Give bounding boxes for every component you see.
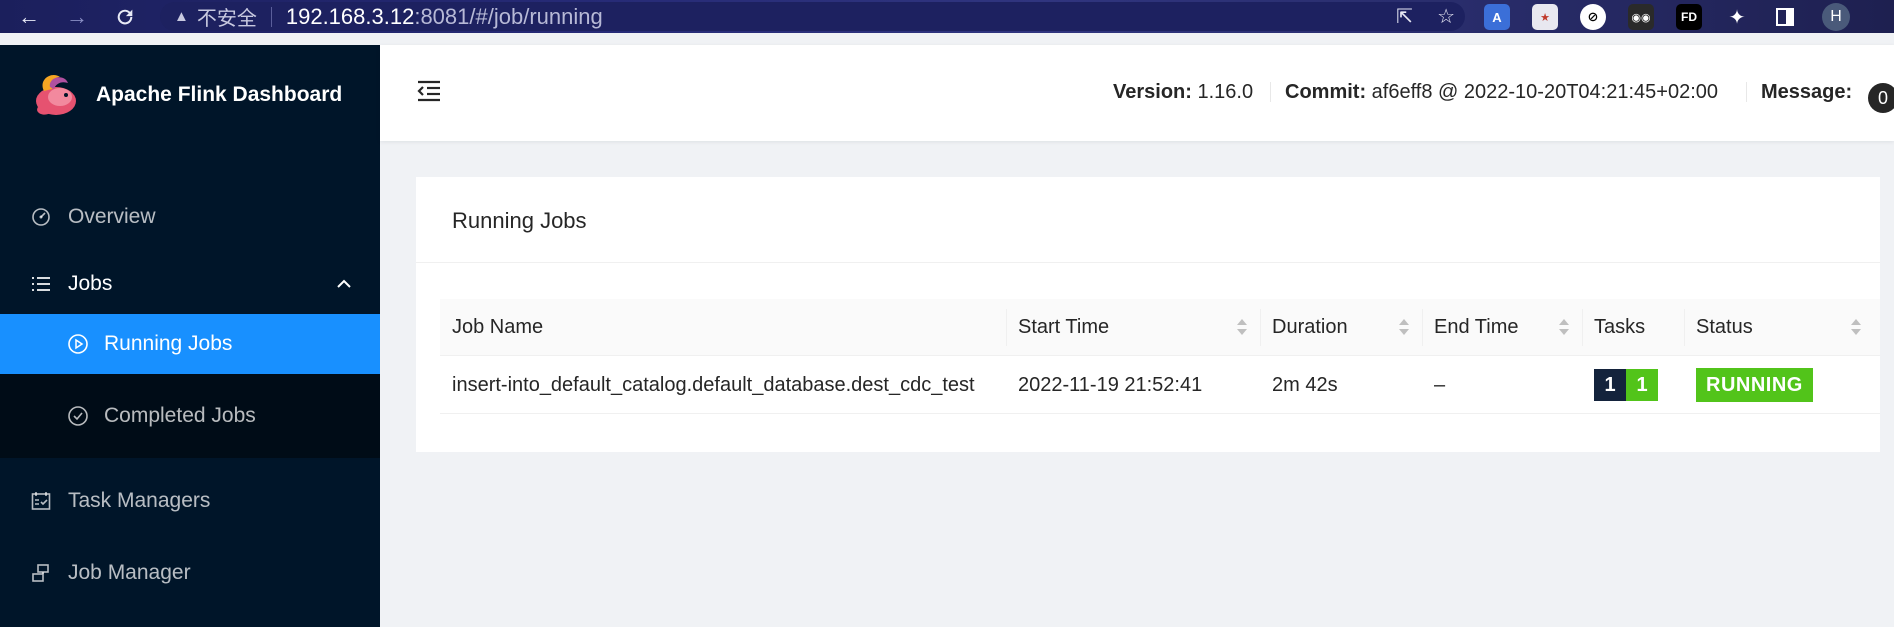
version-label: Version:: [1113, 81, 1192, 103]
divider: [416, 262, 1880, 263]
sidebar-item-label: Jobs: [68, 272, 113, 295]
url-path: :8081/#/job/running: [414, 3, 603, 29]
card-title: Running Jobs: [452, 208, 587, 233]
tasks-cell: 1 1: [1594, 356, 1658, 414]
sidebar-item-label: Completed Jobs: [104, 404, 256, 427]
divider: [1270, 82, 1271, 102]
divider: [1746, 82, 1747, 102]
table-header: Job Name Start Time Duration End Time Ta…: [440, 299, 1880, 356]
divider: [1260, 309, 1261, 346]
version-value: 1.16.0: [1197, 81, 1254, 103]
dashboard-icon: [30, 206, 52, 228]
column-header-end-time[interactable]: End Time: [1434, 299, 1518, 356]
column-header-status[interactable]: Status: [1696, 299, 1753, 356]
version-info: Version: 1.16.0: [1113, 81, 1253, 104]
commit-value: af6eff8 @ 2022-10-20T04:21:45+02:00: [1371, 81, 1718, 103]
column-header-tasks: Tasks: [1594, 316, 1646, 338]
sidebar-item-label: Overview: [68, 205, 156, 228]
menu-fold-icon[interactable]: [416, 79, 442, 103]
bookmark-star-icon[interactable]: ☆: [1437, 4, 1455, 29]
duration-cell: 2m 42s: [1272, 373, 1338, 396]
browser-toolbar: ← → ▲ 不安全 192.168.3.12:8081/#/job/runnin…: [0, 0, 1894, 33]
top-header: Version: 1.16.0 Commit: af6eff8 @ 2022-1…: [380, 45, 1894, 141]
play-circle-icon: [66, 332, 90, 356]
divider: [270, 6, 272, 27]
commit-info: Commit: af6eff8 @ 2022-10-20T04:21:45+02…: [1285, 81, 1718, 104]
cluster-icon: [30, 562, 52, 584]
sidebar-item-label: Job Manager: [68, 561, 191, 584]
status-badge: RUNNING: [1696, 368, 1813, 402]
message-label: Message:: [1761, 81, 1853, 103]
task-count-badge: 1 1: [1594, 369, 1658, 401]
sidebar: Apache Flink Dashboard Overview Jobs Run…: [0, 45, 380, 627]
status-cell: RUNNING: [1696, 356, 1813, 414]
message-info[interactable]: Message:: [1761, 81, 1852, 104]
url-host: 192.168.3.12: [285, 3, 415, 29]
block-extension-icon[interactable]: ⊘: [1580, 4, 1606, 30]
jobs-submenu: Running Jobs Completed Jobs }: [0, 314, 380, 458]
reload-icon[interactable]: [110, 2, 140, 32]
check-circle-icon: [66, 404, 90, 428]
task-total-count: 1: [1594, 369, 1626, 401]
back-icon[interactable]: ←: [14, 2, 44, 32]
address-bar[interactable]: ▲ 不安全 192.168.3.12:8081/#/job/running ⇱ …: [160, 2, 1465, 31]
sidebar-item-running-jobs[interactable]: Running Jobs: [0, 314, 380, 374]
forward-icon[interactable]: →: [62, 2, 92, 32]
translate-extension-icon[interactable]: A: [1484, 4, 1510, 30]
sort-icon[interactable]: [1236, 317, 1248, 337]
schedule-icon: [30, 490, 52, 512]
brand-title: Apache Flink Dashboard: [96, 83, 343, 106]
chevron-up-icon[interactable]: [336, 276, 352, 292]
table-row[interactable]: insert-into_default_catalog.default_data…: [440, 356, 1880, 414]
column-header-duration[interactable]: Duration: [1272, 299, 1348, 356]
commit-label: Commit:: [1285, 81, 1367, 103]
insecure-label[interactable]: 不安全: [197, 2, 257, 31]
side-panel-icon[interactable]: [1772, 4, 1798, 30]
sort-icon[interactable]: [1398, 317, 1410, 337]
share-icon[interactable]: ⇱: [1396, 4, 1413, 29]
job-name-cell[interactable]: insert-into_default_catalog.default_data…: [452, 356, 975, 414]
sidebar-item-label: Running Jobs: [104, 332, 233, 355]
column-header-job-name[interactable]: Job Name: [452, 299, 543, 356]
list-icon: [30, 273, 52, 295]
warning-icon: ▲: [174, 8, 189, 25]
profile-avatar[interactable]: H: [1822, 3, 1850, 31]
puzzle-extensions-icon[interactable]: ✦: [1724, 4, 1750, 30]
divider: [1684, 309, 1685, 346]
task-running-count: 1: [1626, 369, 1658, 401]
sidebar-item-job-manager[interactable]: Job Manager: [0, 543, 380, 603]
sidebar-item-label: Task Managers: [68, 489, 211, 512]
sidebar-item-overview[interactable]: Overview: [0, 187, 380, 247]
divider: [1422, 309, 1423, 346]
start-time-cell: 2022-11-19 21:52:41: [1018, 373, 1203, 396]
column-header-start-time[interactable]: Start Time: [1018, 299, 1109, 356]
sidebar-item-jobs[interactable]: Jobs: [0, 254, 380, 314]
sidebar-item-task-managers[interactable]: Task Managers: [0, 471, 380, 531]
sort-icon[interactable]: [1558, 317, 1570, 337]
flink-logo-icon: [36, 74, 76, 115]
message-count-badge[interactable]: 0: [1868, 83, 1894, 113]
divider: [1006, 309, 1007, 346]
brand[interactable]: Apache Flink Dashboard: [30, 69, 342, 121]
divider: [1582, 309, 1583, 346]
sort-icon[interactable]: [1850, 317, 1862, 337]
end-time-cell: –: [1434, 373, 1446, 396]
fd-extension-icon[interactable]: FD: [1676, 4, 1702, 30]
glasses-extension-icon[interactable]: ◉◉: [1628, 4, 1654, 30]
sidebar-item-completed-jobs[interactable]: Completed Jobs: [0, 386, 380, 446]
running-jobs-card: Running Jobs Job Name Start Time Duratio…: [416, 177, 1880, 452]
extension-icon[interactable]: ★: [1532, 4, 1558, 30]
